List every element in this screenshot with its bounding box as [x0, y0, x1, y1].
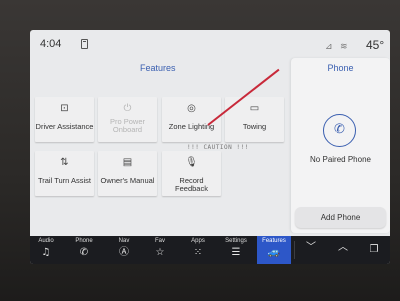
caution-overlay-text: !!! CAUTION !!!	[187, 144, 249, 151]
navigation-icon: Ⓐ	[119, 247, 129, 258]
signal-icon: ⊿	[325, 41, 333, 51]
power-outlet-icon: ⏻	[123, 103, 132, 114]
music-note-icon: ♫	[41, 247, 51, 258]
nav-favorites[interactable]: Fav ☆	[143, 236, 177, 264]
tile-pro-power-onboard[interactable]: ⏻ Pro Power Onboard	[98, 97, 157, 142]
phone-handset-icon[interactable]: ✆	[323, 114, 356, 147]
nav-label: Apps	[191, 238, 205, 244]
nav-chevron-down[interactable]: ﹀	[296, 236, 326, 264]
features-title: Features	[140, 63, 176, 73]
nav-apps[interactable]: Apps ⁙	[181, 236, 215, 264]
tile-label: Trail Turn Assist	[37, 176, 92, 185]
manual-icon: ▤	[122, 157, 133, 168]
infotainment-screen: 4:04 ⊿ ≋ 45° Features ⊡ Driver Assistanc…	[30, 30, 390, 264]
clock: 4:04	[40, 38, 62, 50]
tile-record-feedback[interactable]: 🎙 Record Feedback	[162, 151, 221, 196]
add-phone-button[interactable]: Add Phone	[295, 207, 386, 228]
outside-temperature: 45°	[366, 38, 385, 52]
nav-audio[interactable]: Audio ♫	[30, 236, 62, 264]
trail-turn-icon: ⇅	[60, 157, 69, 168]
zone-lighting-icon: ◎	[187, 103, 196, 114]
nav-label: Fav	[154, 238, 165, 244]
tile-label: Owner's Manual	[100, 176, 155, 185]
tile-trail-turn-assist[interactable]: ⇅ Trail Turn Assist	[35, 151, 94, 196]
copy-pages-icon: ❐	[369, 244, 379, 255]
nav-phone[interactable]: Phone ✆	[66, 236, 102, 264]
microphone-icon: 🎙	[185, 157, 198, 168]
nav-label: Nav	[118, 238, 130, 244]
phone-status-icon	[81, 39, 88, 49]
car-icon: 🚙	[267, 247, 281, 258]
star-icon: ☆	[155, 247, 165, 258]
tile-label: Driver Assistance	[35, 122, 94, 131]
wifi-icon: ≋	[340, 41, 348, 51]
phone-panel: Phone ✆ No Paired Phone Add Phone	[291, 58, 390, 233]
settings-sliders-icon: ☰	[231, 247, 241, 258]
nav-label: Audio	[38, 238, 54, 244]
tile-label: Pro Power Onboard	[109, 117, 145, 134]
nav-label: Features	[262, 238, 286, 244]
nav-label: Phone	[75, 238, 93, 244]
phone-panel-title: Phone	[327, 63, 354, 73]
tile-label: Record Feedback	[175, 176, 208, 193]
phone-status-text: No Paired Phone	[310, 155, 371, 164]
apps-grid-icon: ⁙	[193, 247, 203, 258]
driver-assistance-icon: ⊡	[60, 103, 69, 114]
nav-navigation[interactable]: Nav Ⓐ	[106, 236, 142, 264]
nav-label: Settings	[225, 238, 247, 244]
bottom-nav-bar: Audio ♫ Phone ✆ Nav Ⓐ Fav ☆ Apps ⁙ Setti…	[30, 236, 390, 264]
tile-label: Zone Lighting	[168, 122, 215, 131]
nav-divider	[294, 241, 295, 259]
tile-owners-manual[interactable]: ▤ Owner's Manual	[98, 151, 157, 196]
tile-driver-assistance[interactable]: ⊡ Driver Assistance	[35, 97, 94, 142]
chevron-down-icon: ﹀	[306, 242, 316, 253]
nav-settings[interactable]: Settings ☰	[219, 236, 253, 264]
status-bar: 4:04 ⊿ ≋ 45°	[30, 30, 390, 58]
nav-features[interactable]: Features 🚙	[257, 236, 291, 264]
chevron-up-icon: ︿	[338, 242, 348, 253]
nav-copy[interactable]: ❐	[360, 236, 388, 264]
tile-label: Towing	[242, 122, 267, 131]
phone-icon: ✆	[79, 247, 89, 258]
nav-chevron-up[interactable]: ︿	[328, 236, 358, 264]
